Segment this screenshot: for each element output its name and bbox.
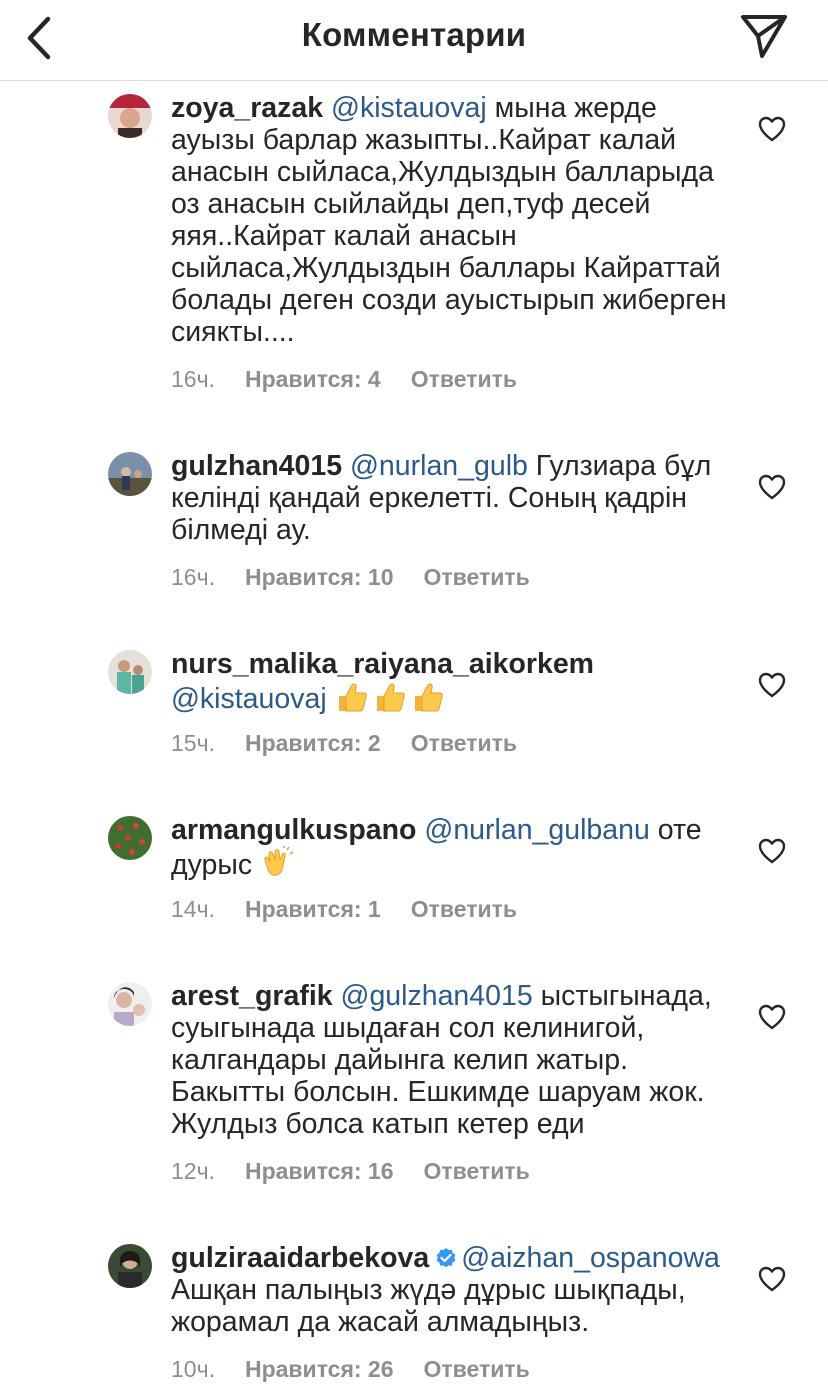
heart-outline-icon	[758, 1004, 786, 1030]
comment-text: gulziraaidarbekova @aizhan_ospanowa Ашқан …	[171, 1242, 731, 1338]
thumbs-up-emoji	[338, 683, 367, 712]
like-button[interactable]	[758, 1266, 786, 1292]
reply-button[interactable]: Ответить	[424, 1356, 530, 1382]
comment-mention[interactable]: @kistauovaj	[331, 92, 487, 124]
reply-button[interactable]: Ответить	[411, 896, 517, 922]
avatar[interactable]	[108, 94, 152, 138]
avatar[interactable]	[108, 1244, 152, 1288]
likes-count[interactable]: Нравится: 16	[245, 1158, 394, 1184]
comment-meta: 10ч. Нравится: 26 Ответить	[171, 1356, 560, 1383]
comment-text: armangulkuspano @nurlan_gulbanu оте дуры…	[171, 814, 731, 881]
comment-time: 16ч.	[171, 564, 215, 590]
heart-outline-icon	[758, 116, 786, 142]
like-button[interactable]	[758, 474, 786, 500]
like-button[interactable]	[758, 116, 786, 142]
paper-plane-icon	[741, 15, 787, 58]
comment-username[interactable]: nurs_malika_raiyana_aikorkem	[171, 648, 594, 680]
comment-body: мына жерде ауызы барлар жазыпты..Кайрат …	[171, 92, 727, 348]
comment-text: gulzhan4015 @nurlan_gulb Гулзиара бұл ке…	[171, 450, 731, 546]
reply-button[interactable]: Ответить	[424, 1158, 530, 1184]
thumbs-up-emoji	[414, 683, 443, 712]
emoji-group	[335, 683, 449, 715]
reply-button[interactable]: Ответить	[424, 564, 530, 590]
comment-text: zoya_razak @kistauovaj мына жерде ауызы …	[171, 92, 731, 348]
comment-username[interactable]: armangulkuspano	[171, 814, 416, 846]
comment-username[interactable]: arest_grafik	[171, 980, 333, 1012]
comment-body: Ашқан палыңыз жүдә дұрыс шықпады, жорама…	[171, 1274, 686, 1338]
comment-meta: 16ч. Нравится: 4 Ответить	[171, 366, 547, 393]
comment-mention[interactable]: @gulzhan4015	[341, 980, 533, 1012]
comment-username[interactable]: gulziraaidarbekova	[171, 1242, 429, 1274]
comment-mention[interactable]: @nurlan_gulbanu	[424, 814, 649, 846]
comment-username[interactable]: gulzhan4015	[171, 450, 342, 482]
like-button[interactable]	[758, 838, 786, 864]
comment-mention[interactable]: @nurlan_gulb	[350, 450, 528, 482]
share-button[interactable]	[738, 12, 790, 60]
verified-badge-icon	[436, 1248, 456, 1268]
heart-outline-icon	[758, 672, 786, 698]
likes-count[interactable]: Нравится: 2	[245, 730, 381, 756]
avatar[interactable]	[108, 982, 152, 1026]
like-button[interactable]	[758, 1004, 786, 1030]
comment-meta: 15ч. Нравится: 2 Ответить	[171, 730, 547, 757]
comment-mention[interactable]: @aizhan_ospanowa	[461, 1242, 720, 1274]
comment-meta: 14ч. Нравится: 1 Ответить	[171, 896, 547, 923]
comment-time: 16ч.	[171, 366, 215, 392]
heart-outline-icon	[758, 1266, 786, 1292]
comment-text: nurs_malika_raiyana_aikorkem @kistauovaj	[171, 648, 731, 715]
likes-count[interactable]: Нравится: 4	[245, 366, 381, 392]
page-title: Комментарии	[301, 16, 527, 53]
reply-button[interactable]: Ответить	[411, 366, 517, 392]
heart-outline-icon	[758, 838, 786, 864]
comment-time: 12ч.	[171, 1158, 215, 1184]
likes-count[interactable]: Нравится: 1	[245, 896, 381, 922]
avatar[interactable]	[108, 650, 152, 694]
clapping-hands-emoji	[264, 846, 294, 876]
comment-time: 10ч.	[171, 1356, 215, 1382]
avatar[interactable]	[108, 452, 152, 496]
comment-username[interactable]: zoya_razak	[171, 92, 323, 124]
like-button[interactable]	[758, 672, 786, 698]
header-bar: Комментарии	[0, 0, 828, 81]
reply-button[interactable]: Ответить	[411, 730, 517, 756]
heart-outline-icon	[758, 474, 786, 500]
likes-count[interactable]: Нравится: 10	[245, 564, 394, 590]
likes-count[interactable]: Нравится: 26	[245, 1356, 394, 1382]
comment-meta: 16ч. Нравится: 10 Ответить	[171, 564, 560, 591]
comment-time: 14ч.	[171, 896, 215, 922]
comment-text: arest_grafik @gulzhan4015 ыстыгынада, су…	[171, 980, 731, 1140]
thumbs-up-emoji	[376, 683, 405, 712]
comment-time: 15ч.	[171, 730, 215, 756]
comment-meta: 12ч. Нравится: 16 Ответить	[171, 1158, 560, 1185]
comment-mention[interactable]: @kistauovaj	[171, 683, 327, 715]
avatar[interactable]	[108, 816, 152, 860]
